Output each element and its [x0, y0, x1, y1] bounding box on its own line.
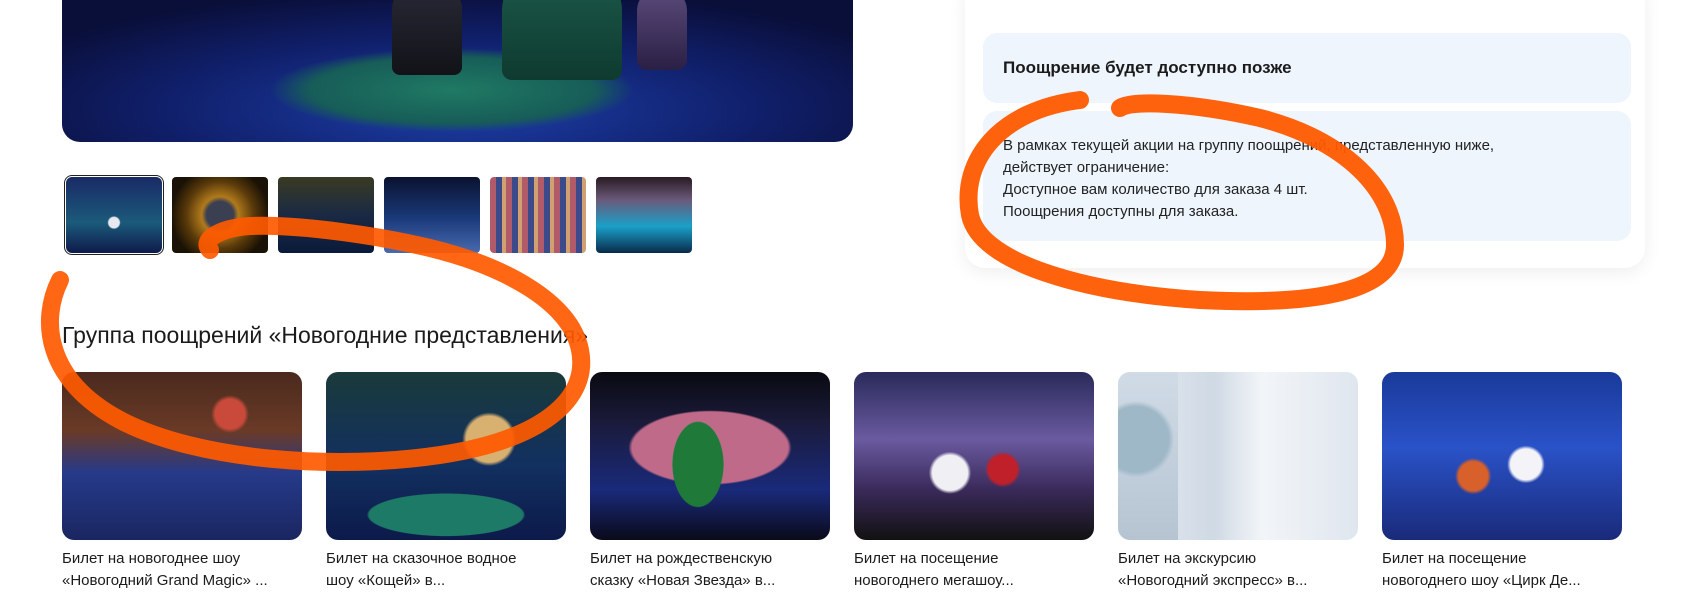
product-title-line: Билет на новогоднее шоу — [62, 550, 241, 567]
hero-figure — [502, 0, 622, 80]
product-title[interactable]: Билет на новогоднее шоу «Новогодний Gran… — [62, 548, 302, 592]
product-title-line: Билет на рождественскую — [590, 550, 773, 567]
info-line: В рамках текущей акции на группу поощрен… — [1003, 137, 1495, 154]
product-image[interactable] — [854, 372, 1094, 540]
thumbnail-1[interactable] — [64, 175, 164, 255]
product-title-line: новогоднего мегашоу... — [854, 572, 1014, 589]
thumbnail-6[interactable] — [596, 177, 692, 253]
hero-figure — [637, 0, 687, 70]
product-title-line: Билет на сказочное водное — [326, 550, 517, 567]
product-image[interactable] — [62, 372, 302, 540]
notice-banner: Поощрение будет доступно позже — [983, 33, 1631, 103]
product-card[interactable]: Билет на новогоднее шоу «Новогодний Gran… — [62, 372, 302, 592]
thumbnail-4[interactable] — [384, 177, 480, 253]
hero-figure — [392, 0, 462, 75]
hero-image — [62, 0, 853, 142]
product-title[interactable]: Билет на посещение новогоднего мегашоу..… — [854, 548, 1094, 592]
product-title[interactable]: Билет на рождественскую сказку «Новая Зв… — [590, 548, 830, 592]
product-image[interactable] — [1382, 372, 1622, 540]
thumbnail-strip — [64, 175, 692, 255]
product-title-line: «Новогодний экспресс» в... — [1118, 572, 1308, 589]
product-image[interactable] — [1118, 372, 1358, 540]
info-line: действует ограничение: — [1003, 159, 1170, 176]
section-title: Группа поощрений «Новогодние представлен… — [62, 322, 589, 348]
product-title-line: новогоднего шоу «Цирк Де... — [1382, 572, 1581, 589]
product-title-line: сказку «Новая Звезда» в... — [590, 572, 776, 589]
product-title[interactable]: Билет на сказочное водное шоу «Кощей» в.… — [326, 548, 566, 592]
product-list: Билет на новогоднее шоу «Новогодний Gran… — [62, 372, 1622, 592]
product-title-line: Билет на посещение — [1382, 550, 1527, 567]
product-card[interactable]: Билет на посещение новогоднего шоу «Цирк… — [1382, 372, 1622, 592]
info-line: Поощрения доступны для заказа. — [1003, 203, 1239, 220]
product-title[interactable]: Билет на посещение новогоднего шоу «Цирк… — [1382, 548, 1622, 592]
product-title[interactable]: Билет на экскурсию «Новогодний экспресс»… — [1118, 548, 1358, 592]
restriction-info: В рамках текущей акции на группу поощрен… — [983, 111, 1631, 241]
thumbnail-2[interactable] — [172, 177, 268, 253]
product-image[interactable] — [326, 372, 566, 540]
product-image[interactable] — [590, 372, 830, 540]
thumbnail-3[interactable] — [278, 177, 374, 253]
product-card[interactable]: Билет на экскурсию «Новогодний экспресс»… — [1118, 372, 1358, 592]
product-card[interactable]: Билет на сказочное водное шоу «Кощей» в.… — [326, 372, 566, 592]
product-card[interactable]: Билет на посещение новогоднего мегашоу..… — [854, 372, 1094, 592]
info-line: Доступное вам количество для заказа 4 шт… — [1003, 181, 1308, 198]
thumbnail-5[interactable] — [490, 177, 586, 253]
notice-title: Поощрение будет доступно позже — [1003, 58, 1292, 77]
product-title-line: Билет на экскурсию — [1118, 550, 1257, 567]
product-title-line: Билет на посещение — [854, 550, 999, 567]
product-title-line: «Новогодний Grand Magic» ... — [62, 572, 268, 589]
product-card[interactable]: Билет на рождественскую сказку «Новая Зв… — [590, 372, 830, 592]
product-title-line: шоу «Кощей» в... — [326, 572, 446, 589]
image-detail — [1118, 372, 1178, 540]
